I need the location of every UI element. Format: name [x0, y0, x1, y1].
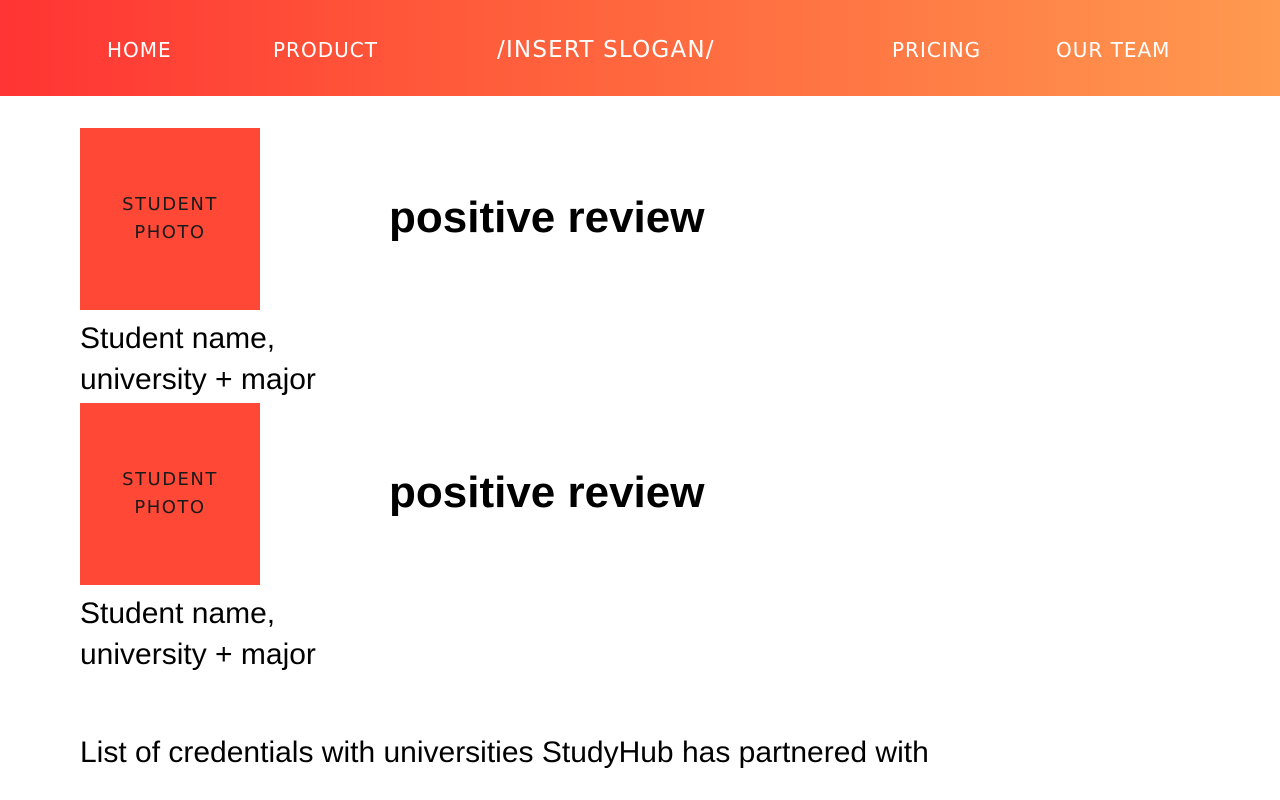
photo-label-line1: STUDENT: [122, 469, 218, 490]
student-university-line: university + major: [80, 638, 316, 671]
photo-placeholder-label: STUDENT PHOTO: [95, 466, 245, 522]
review-quote: positive review: [389, 468, 705, 517]
header-slogan: /INSERT SLOGAN/: [497, 37, 715, 63]
top-nav-bar: HOME PRODUCT /INSERT SLOGAN/ PRICING OUR…: [0, 0, 1280, 96]
review-card: STUDENT PHOTO positive review Student na…: [80, 403, 780, 678]
nav-our-team-link[interactable]: OUR TEAM: [1056, 38, 1170, 62]
review-card: STUDENT PHOTO positive review Student na…: [80, 128, 780, 403]
student-name-line: Student name,: [80, 597, 276, 630]
photo-label-line2: PHOTO: [134, 222, 206, 243]
credentials-text: List of credentials with universities St…: [80, 736, 929, 769]
review-quote: positive review: [389, 193, 705, 242]
student-university-line: university + major: [80, 363, 316, 396]
photo-label-line2: PHOTO: [134, 497, 206, 518]
nav-product-link[interactable]: PRODUCT: [273, 38, 378, 62]
nav-pricing-link[interactable]: PRICING: [892, 38, 981, 62]
photo-label-line1: STUDENT: [122, 194, 218, 215]
student-caption: Student name, university + major: [80, 318, 370, 400]
student-name-line: Student name,: [80, 322, 276, 355]
student-photo-placeholder: STUDENT PHOTO: [80, 403, 260, 585]
student-photo-placeholder: STUDENT PHOTO: [80, 128, 260, 310]
photo-placeholder-label: STUDENT PHOTO: [95, 191, 245, 247]
student-caption: Student name, university + major: [80, 593, 370, 675]
nav-home-link[interactable]: HOME: [107, 38, 172, 62]
